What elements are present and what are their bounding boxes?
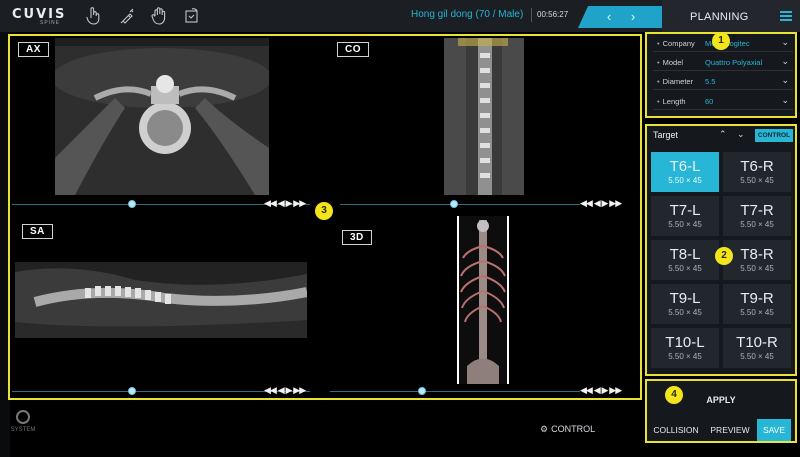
axial-scan-image[interactable] [55,38,269,195]
action-panel: APPLY COLLISION PREVIEW SAVE 4 [645,379,797,443]
power-icon [16,410,30,424]
rotate-icon[interactable] [183,6,201,26]
coronal-scan-image[interactable] [444,38,524,195]
callout-badge-3: 3 [315,202,333,220]
co-playback-controls[interactable]: ◀◀ ◀ ▶ ▶▶ [580,199,622,209]
target-t8-l[interactable]: T8-L 5.50 × 45 [651,240,719,280]
target-size: 5.50 × 45 [668,176,702,185]
model-field[interactable]: Model Quattro Polyaxial ⌄ [653,55,793,71]
view-label-co: CO [337,42,369,57]
chevron-down-icon[interactable]: ⌄ [781,75,789,86]
chevron-down-icon[interactable]: ⌄ [781,56,789,67]
navigation-buttons: ‹ › [578,6,662,28]
mode-tab[interactable]: PLANNING [662,0,800,32]
target-name: T7-L [669,202,701,219]
target-size: 5.50 × 45 [740,176,774,185]
palm-icon[interactable] [150,6,168,26]
company-label: Company [657,39,695,48]
chevron-down-icon[interactable]: ⌄ [781,37,789,48]
callout-badge-2: 2 [715,247,733,265]
3d-playback-controls[interactable]: ◀◀ ◀ ▶ ▶▶ [580,386,622,396]
patient-info: Hong gil dong (70 / Male) [411,9,524,20]
sagittal-scan-image[interactable] [15,262,307,338]
3d-slice-slider-track[interactable] [330,391,580,392]
mode-title: PLANNING [690,11,749,23]
sa-slice-handle[interactable] [128,387,136,395]
collision-button[interactable]: COLLISION [649,419,703,441]
target-name: T6-R [740,158,774,175]
view-label-3d: 3D [342,230,372,245]
app-logo-subtitle: SPINE [40,20,61,26]
target-size: 5.50 × 45 [740,264,774,273]
menu-icon[interactable] [780,11,792,21]
system-label: SYSTEM [10,427,36,433]
target-t6-l[interactable]: T6-L 5.50 × 45 [651,152,719,192]
length-value: 60 [705,97,714,106]
target-t9-r[interactable]: T9-R 5.50 × 45 [723,284,791,324]
diameter-value: 5.5 [705,77,716,86]
callout-badge-1: 1 [712,32,730,50]
target-size: 5.50 × 45 [668,220,702,229]
target-name: T6-L [669,158,701,175]
gear-icon: ⚙ [540,424,549,434]
diameter-field[interactable]: Diameter 5.5 ⌄ [653,74,793,90]
ax-slice-handle[interactable] [128,200,136,208]
viewer-control-label: CONTROL [551,424,596,434]
preview-button[interactable]: PREVIEW [705,419,755,441]
elapsed-time: 00:56:27 [537,10,569,19]
target-t7-r[interactable]: T7-R 5.50 × 45 [723,196,791,236]
header-divider [531,8,532,22]
co-slice-handle[interactable] [450,200,458,208]
target-t10-r[interactable]: T10-R 5.50 × 45 [723,328,791,368]
target-control-button[interactable]: CONTROL [755,129,793,142]
target-header: Target ⌃ ⌄ CONTROL [651,128,793,144]
target-size: 5.50 × 45 [740,308,774,317]
target-size: 5.50 × 45 [740,220,774,229]
chevron-left-icon[interactable]: ‹ [602,9,616,25]
target-t8-r[interactable]: T8-R 5.50 × 45 [723,240,791,280]
target-size: 5.50 × 45 [668,352,702,361]
target-size: 5.50 × 45 [740,352,774,361]
save-button[interactable]: SAVE [757,419,791,441]
chevron-down-icon[interactable]: ⌄ [781,95,789,106]
view-label-ax: AX [18,42,49,57]
co-slice-slider-track[interactable] [340,204,580,205]
diameter-label: Diameter [657,77,693,86]
target-name: T7-R [740,202,774,219]
length-label: Length [657,97,686,106]
target-name: T9-R [740,290,774,307]
callout-badge-4: 4 [665,386,683,404]
target-name: T10-R [736,334,778,351]
target-size: 5.50 × 45 [668,308,702,317]
target-label: Target [653,130,679,140]
syringe-icon[interactable] [118,6,136,26]
model-label: Model [657,58,683,67]
target-t6-r[interactable]: T6-R 5.50 × 45 [723,152,791,192]
target-name: T8-L [669,246,701,263]
target-t7-l[interactable]: T7-L 5.50 × 45 [651,196,719,236]
top-bar: CUVIS SPINE Hong gil dong (70 / Male) 00… [0,0,800,32]
target-name: T8-R [740,246,774,263]
system-button[interactable]: SYSTEM [8,410,38,433]
ax-playback-controls[interactable]: ◀◀ ◀ ▶ ▶▶ [264,199,306,209]
3d-render-image[interactable] [457,216,509,384]
target-size: 5.50 × 45 [668,264,702,273]
chevron-down-icon[interactable]: ⌄ [737,129,745,140]
viewer-control-button[interactable]: ⚙ CONTROL [540,424,595,435]
implant-settings-panel: Company Medit Logitec ⌄ Model Quattro Po… [645,32,797,118]
model-value: Quattro Polyaxial [705,58,763,67]
sa-playback-controls[interactable]: ◀◀ ◀ ▶ ▶▶ [264,386,306,396]
target-name: T9-L [669,290,701,307]
chevron-up-icon[interactable]: ⌃ [719,129,727,140]
target-panel: Target ⌃ ⌄ CONTROL T6-L 5.50 × 45 T6-R 5… [645,124,797,376]
target-t9-l[interactable]: T9-L 5.50 × 45 [651,284,719,324]
view-label-sa: SA [22,224,53,239]
image-viewer[interactable]: AX CO ◀◀ ◀ ▶ ▶▶ ◀◀ ◀ ▶ ▶▶ SA 3D ◀◀ ◀ ▶ ▶… [8,34,642,400]
chevron-right-icon[interactable]: › [626,9,640,25]
target-t10-l[interactable]: T10-L 5.50 × 45 [651,328,719,368]
length-field[interactable]: Length 60 ⌄ [653,94,793,110]
hand-touch-icon[interactable] [84,6,102,26]
target-name: T10-L [665,334,705,351]
3d-slice-handle[interactable] [418,387,426,395]
